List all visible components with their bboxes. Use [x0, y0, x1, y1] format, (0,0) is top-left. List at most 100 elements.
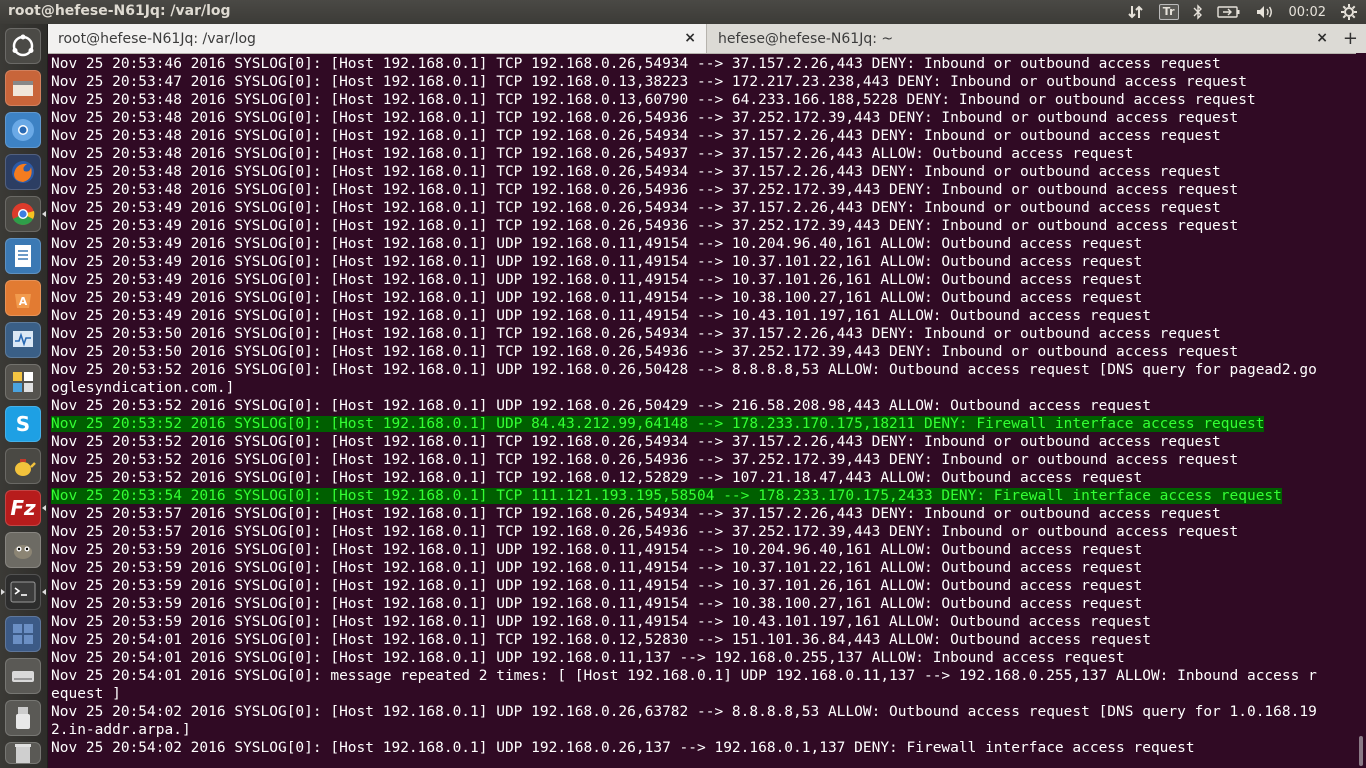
tab-label: root@hefese-N61Jq: /var/log: [58, 30, 256, 47]
log-line-text: Nov 25 20:53:50 2016 SYSLOG[0]: [Host 19…: [51, 326, 1221, 342]
log-line: Nov 25 20:54:01 2016 SYSLOG[0]: [Host 19…: [51, 649, 1356, 667]
log-line: Nov 25 20:53:52 2016 SYSLOG[0]: [Host 19…: [51, 433, 1356, 451]
log-line-text: Nov 25 20:53:48 2016 SYSLOG[0]: [Host 19…: [51, 92, 1256, 108]
log-line: Nov 25 20:54:02 2016 SYSLOG[0]: [Host 19…: [51, 739, 1356, 757]
log-line-text: Nov 25 20:54:01 2016 SYSLOG[0]: [Host 19…: [51, 650, 1125, 666]
log-line-text: Nov 25 20:53:54 2016 SYSLOG[0]: [Host 19…: [51, 488, 1282, 504]
log-line-text: Nov 25 20:53:52 2016 SYSLOG[0]: [Host 19…: [51, 362, 1317, 378]
filezilla-icon[interactable]: Fz: [5, 490, 46, 526]
close-icon[interactable]: ×: [1316, 30, 1328, 46]
log-line: Nov 25 20:54:01 2016 SYSLOG[0]: [Host 19…: [51, 631, 1356, 649]
system-tray: Tr 00:02: [1127, 0, 1358, 24]
log-line-text: Nov 25 20:54:02 2016 SYSLOG[0]: [Host 19…: [51, 740, 1195, 756]
log-line: Nov 25 20:53:52 2016 SYSLOG[0]: [Host 19…: [51, 469, 1356, 487]
log-line-text: Nov 25 20:53:52 2016 SYSLOG[0]: [Host 19…: [51, 416, 1265, 432]
scrollbar-thumb[interactable]: [1359, 736, 1363, 766]
log-line-text: Nov 25 20:53:48 2016 SYSLOG[0]: [Host 19…: [51, 110, 1239, 126]
bluetooth-icon[interactable]: [1193, 4, 1203, 20]
network-transfer-icon[interactable]: [1127, 4, 1145, 20]
log-line: Nov 25 20:53:57 2016 SYSLOG[0]: [Host 19…: [51, 505, 1356, 523]
tab-root-var-log[interactable]: root@hefese-N61Jq: /var/log ×: [48, 24, 707, 53]
log-line: Nov 25 20:53:59 2016 SYSLOG[0]: [Host 19…: [51, 613, 1356, 631]
log-line: Nov 25 20:53:49 2016 SYSLOG[0]: [Host 19…: [51, 271, 1356, 289]
log-line-text: Nov 25 20:53:48 2016 SYSLOG[0]: [Host 19…: [51, 128, 1221, 144]
apps-icon[interactable]: [5, 364, 41, 400]
log-line-text: Nov 25 20:54:01 2016 SYSLOG[0]: [Host 19…: [51, 632, 1151, 648]
log-line: Nov 25 20:53:49 2016 SYSLOG[0]: [Host 19…: [51, 253, 1356, 271]
scrollbar[interactable]: [1356, 53, 1366, 768]
clock[interactable]: 00:02: [1289, 5, 1326, 20]
terminal-window: root@hefese-N61Jq: /var/log × hefese@hef…: [48, 24, 1366, 768]
tab-bar: root@hefese-N61Jq: /var/log × hefese@hef…: [48, 24, 1366, 54]
terminal-icon[interactable]: [1, 574, 46, 610]
log-line-text: Nov 25 20:53:59 2016 SYSLOG[0]: [Host 19…: [51, 596, 1143, 612]
software-center-icon[interactable]: A: [5, 280, 41, 316]
battery-icon[interactable]: [1216, 5, 1241, 19]
log-line: Nov 25 20:53:49 2016 SYSLOG[0]: [Host 19…: [51, 217, 1356, 235]
log-line-text: Nov 25 20:54:01 2016 SYSLOG[0]: message …: [51, 668, 1317, 684]
drive-icon[interactable]: [5, 658, 41, 694]
workspace-switcher-icon[interactable]: [5, 616, 41, 652]
ubuntu-dash-icon[interactable]: [5, 28, 41, 64]
log-line-text: Nov 25 20:53:49 2016 SYSLOG[0]: [Host 19…: [51, 218, 1239, 234]
log-line: Nov 25 20:53:49 2016 SYSLOG[0]: [Host 19…: [51, 199, 1356, 217]
chrome-icon[interactable]: [5, 196, 46, 232]
log-line-text: Nov 25 20:53:50 2016 SYSLOG[0]: [Host 19…: [51, 344, 1239, 360]
skype-icon[interactable]: S: [5, 406, 41, 442]
log-line-text: Nov 25 20:53:46 2016 SYSLOG[0]: [Host 19…: [51, 56, 1221, 72]
log-line: Nov 25 20:53:59 2016 SYSLOG[0]: [Host 19…: [51, 541, 1356, 559]
log-line-text: Nov 25 20:53:49 2016 SYSLOG[0]: [Host 19…: [51, 308, 1151, 324]
log-line: Nov 25 20:53:48 2016 SYSLOG[0]: [Host 19…: [51, 91, 1356, 109]
log-line: Nov 25 20:53:59 2016 SYSLOG[0]: [Host 19…: [51, 577, 1356, 595]
log-line: Nov 25 20:53:48 2016 SYSLOG[0]: [Host 19…: [51, 145, 1356, 163]
volume-icon[interactable]: [1255, 4, 1275, 20]
tab-hefese-home[interactable]: hefese@hefese-N61Jq: ~ ×: [708, 24, 1338, 53]
log-line: Nov 25 20:53:48 2016 SYSLOG[0]: [Host 19…: [51, 163, 1356, 181]
log-line: equest ]: [51, 685, 1356, 703]
firefox-icon[interactable]: [5, 154, 41, 190]
log-line: Nov 25 20:53:50 2016 SYSLOG[0]: [Host 19…: [51, 325, 1356, 343]
log-line: 2.in-addr.arpa.]: [51, 721, 1356, 739]
log-line-text: Nov 25 20:53:49 2016 SYSLOG[0]: [Host 19…: [51, 200, 1221, 216]
log-line-text: Nov 25 20:53:48 2016 SYSLOG[0]: [Host 19…: [51, 164, 1221, 180]
launcher: A S Fz: [0, 24, 48, 768]
log-line-text: 2.in-addr.arpa.]: [51, 722, 191, 738]
log-line: Nov 25 20:53:52 2016 SYSLOG[0]: [Host 19…: [51, 451, 1356, 469]
gear-icon[interactable]: [1340, 3, 1358, 21]
svg-text:A: A: [19, 295, 28, 308]
keyboard-indicator[interactable]: Tr: [1158, 4, 1179, 20]
log-line-text: oglesyndication.com.]: [51, 380, 235, 396]
log-line: Nov 25 20:53:48 2016 SYSLOG[0]: [Host 19…: [51, 109, 1356, 127]
terminal-output[interactable]: Nov 25 20:53:46 2016 SYSLOG[0]: [Host 19…: [51, 55, 1356, 768]
top-panel: root@hefese-N61Jq: /var/log Tr 00:02: [0, 0, 1366, 24]
log-line: Nov 25 20:53:48 2016 SYSLOG[0]: [Host 19…: [51, 181, 1356, 199]
files-icon[interactable]: [5, 70, 41, 106]
highlighted-log-line: Nov 25 20:53:54 2016 SYSLOG[0]: [Host 19…: [51, 487, 1356, 505]
log-line-text: Nov 25 20:53:59 2016 SYSLOG[0]: [Host 19…: [51, 542, 1143, 558]
libreoffice-writer-icon[interactable]: [5, 238, 41, 274]
chromium-icon[interactable]: [5, 112, 41, 148]
log-line: Nov 25 20:53:50 2016 SYSLOG[0]: [Host 19…: [51, 343, 1356, 361]
system-monitor-icon[interactable]: [5, 322, 41, 358]
log-line-text: Nov 25 20:53:49 2016 SYSLOG[0]: [Host 19…: [51, 236, 1143, 252]
log-line-text: Nov 25 20:53:57 2016 SYSLOG[0]: [Host 19…: [51, 524, 1239, 540]
log-line-text: Nov 25 20:53:59 2016 SYSLOG[0]: [Host 19…: [51, 614, 1151, 630]
usb-icon[interactable]: [5, 700, 41, 736]
log-line-text: Nov 25 20:53:48 2016 SYSLOG[0]: [Host 19…: [51, 146, 1134, 162]
new-tab-button[interactable]: +: [1343, 28, 1358, 49]
log-line-text: Nov 25 20:53:48 2016 SYSLOG[0]: [Host 19…: [51, 182, 1239, 198]
tab-label: hefese@hefese-N61Jq: ~: [718, 30, 894, 47]
gimp-icon[interactable]: [5, 532, 41, 568]
log-line: oglesyndication.com.]: [51, 379, 1356, 397]
teapot-icon[interactable]: [5, 448, 41, 484]
log-line-text: Nov 25 20:53:47 2016 SYSLOG[0]: [Host 19…: [51, 74, 1247, 90]
log-line: Nov 25 20:53:49 2016 SYSLOG[0]: [Host 19…: [51, 235, 1356, 253]
log-line-text: Nov 25 20:53:49 2016 SYSLOG[0]: [Host 19…: [51, 290, 1143, 306]
log-line-text: Nov 25 20:53:59 2016 SYSLOG[0]: [Host 19…: [51, 578, 1143, 594]
log-line-text: Nov 25 20:53:52 2016 SYSLOG[0]: [Host 19…: [51, 470, 1143, 486]
log-line: Nov 25 20:53:49 2016 SYSLOG[0]: [Host 19…: [51, 307, 1356, 325]
log-line: Nov 25 20:53:49 2016 SYSLOG[0]: [Host 19…: [51, 289, 1356, 307]
close-icon[interactable]: ×: [684, 30, 696, 46]
trash-icon[interactable]: [5, 742, 41, 764]
log-line: Nov 25 20:54:02 2016 SYSLOG[0]: [Host 19…: [51, 703, 1356, 721]
